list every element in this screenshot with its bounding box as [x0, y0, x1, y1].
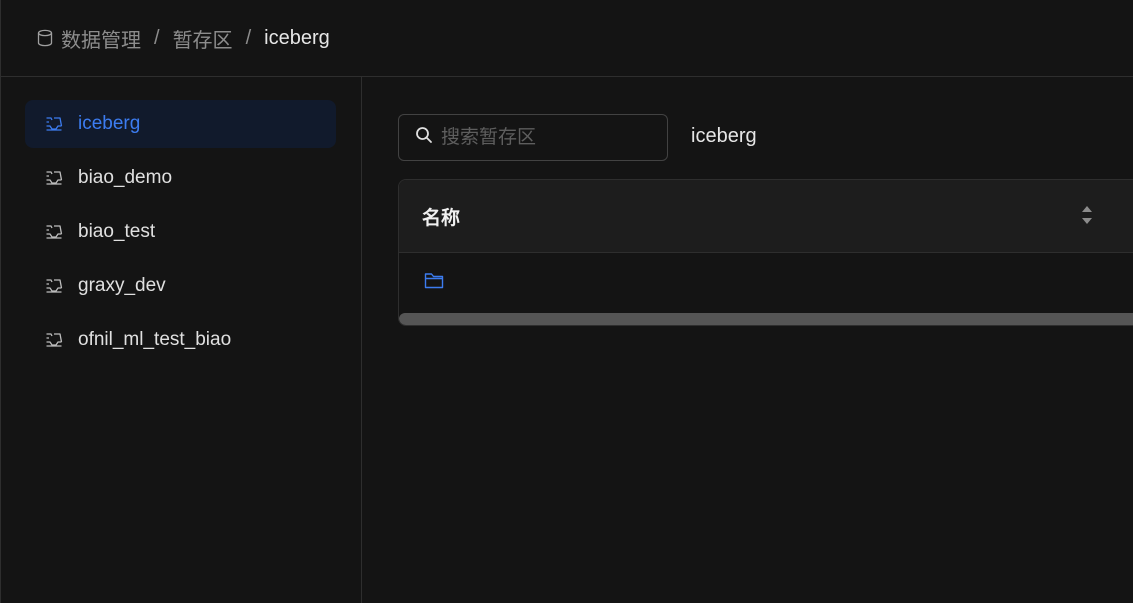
sort-icon[interactable]: [1081, 204, 1093, 226]
breadcrumb-current: iceberg: [264, 26, 330, 49]
stage-icon: [45, 278, 63, 294]
breadcrumb-separator: /: [245, 26, 252, 49]
table-header: 名称: [399, 180, 1133, 253]
breadcrumb-stage-area[interactable]: 暂存区: [173, 24, 233, 53]
stage-icon: [45, 224, 63, 240]
column-header-name[interactable]: 名称: [422, 203, 460, 230]
database-icon: [37, 29, 53, 47]
horizontal-scrollbar[interactable]: [399, 313, 1133, 325]
sidebar-item-label: ofnil_ml_test_biao: [78, 329, 232, 350]
stage-sidebar: iceberg biao_demo biao_test graxy_dev of…: [0, 77, 362, 603]
stage-icon: [45, 116, 63, 132]
sidebar-item-label: iceberg: [78, 113, 141, 134]
sidebar-item-label: biao_demo: [78, 167, 173, 188]
search-icon: [415, 126, 433, 149]
file-table: 名称: [398, 179, 1133, 326]
sidebar-item-iceberg[interactable]: iceberg: [25, 100, 336, 148]
sidebar-item-biao-test[interactable]: biao_test: [25, 208, 336, 256]
breadcrumb-separator: /: [154, 26, 160, 49]
stage-icon: [45, 332, 63, 348]
current-stage-name: iceberg: [691, 125, 757, 147]
sidebar-item-ofnil-ml-test-biao[interactable]: ofnil_ml_test_biao: [25, 316, 336, 364]
search-input[interactable]: [441, 126, 651, 149]
folder-icon: [424, 272, 444, 294]
search-box: [398, 114, 668, 161]
breadcrumb: 数据管理 / 暂存区 / iceberg: [0, 0, 1133, 77]
stage-icon: [45, 170, 63, 186]
sidebar-item-graxy-dev[interactable]: graxy_dev: [25, 262, 336, 310]
breadcrumb-data-management[interactable]: 数据管理: [61, 24, 141, 53]
table-row[interactable]: [399, 253, 1133, 313]
sidebar-item-label: biao_test: [78, 221, 156, 242]
sidebar-item-label: graxy_dev: [78, 275, 166, 296]
sidebar-item-biao-demo[interactable]: biao_demo: [25, 154, 336, 202]
